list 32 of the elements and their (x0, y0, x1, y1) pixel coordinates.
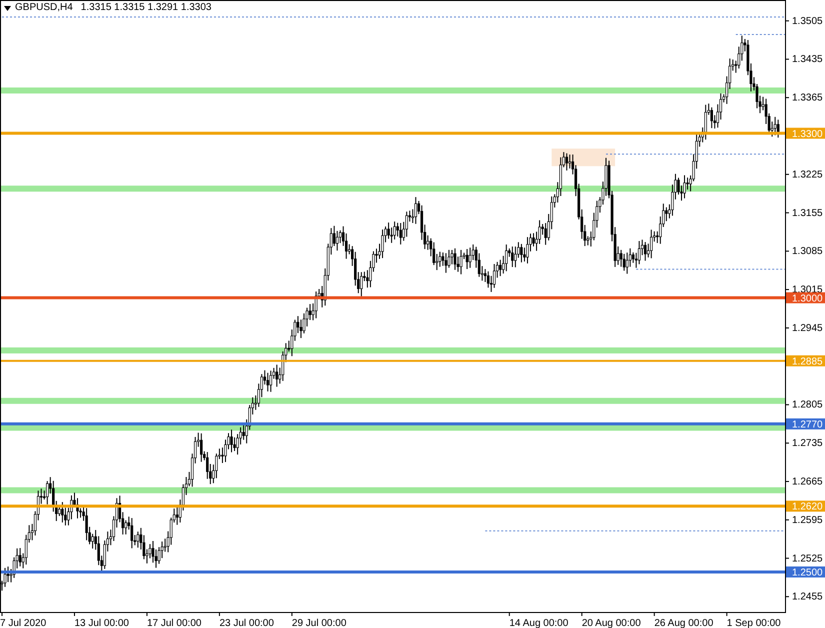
price-axis-label: 1.2665 (792, 476, 823, 488)
price-axis-label: 1.3085 (792, 246, 823, 258)
time-axis-label: 20 Aug 00:00 (582, 618, 641, 628)
price-tag: 1.2620 (786, 500, 825, 513)
price-axis-label: 1.3435 (792, 54, 823, 66)
price-tag: 1.3300 (786, 128, 825, 140)
price-axis-label: 1.2525 (792, 553, 823, 564)
dotted-level-line (735, 34, 786, 36)
symbol-label: GBPUSD,H4 (15, 2, 73, 14)
price-axis-label: 1.3365 (792, 92, 823, 104)
time-axis-label: 17 Jul 00:00 (146, 618, 202, 628)
dropdown-triangle-icon[interactable] (4, 6, 11, 10)
price-axis-label: 1.3155 (792, 208, 823, 219)
time-axis-label: 23 Jul 00:00 (219, 618, 274, 628)
price-axis-label: 1.2735 (792, 438, 823, 450)
quote-values: 1.3315 1.3315 1.3291 1.3303 (80, 2, 212, 14)
price-tag: 1.2770 (786, 418, 825, 430)
time-axis-label: 14 Aug 00:00 (509, 618, 568, 628)
price-axis-label: 1.2455 (792, 592, 823, 603)
price-axis-label: 1.3225 (792, 169, 823, 180)
price-axis-label: 1.2945 (792, 322, 823, 334)
price-tag: 1.2885 (786, 355, 825, 368)
time-axis-label: 1 Sep 00:00 (726, 618, 781, 628)
price-tag: 1.2500 (786, 566, 825, 578)
price-axis-label: 1.2595 (792, 514, 823, 526)
time-axis-label: 26 Aug 00:00 (654, 618, 714, 628)
time-axis-label: 13 Jul 00:00 (74, 618, 129, 628)
price-axis-label: 1.2805 (792, 400, 823, 411)
time-axis-label: 7 Jul 2020 (0, 618, 46, 628)
price-tag: 1.3000 (786, 292, 825, 304)
price-axis-label: 1.3505 (792, 16, 823, 27)
time-axis-label: 29 Jul 00:00 (292, 618, 346, 628)
